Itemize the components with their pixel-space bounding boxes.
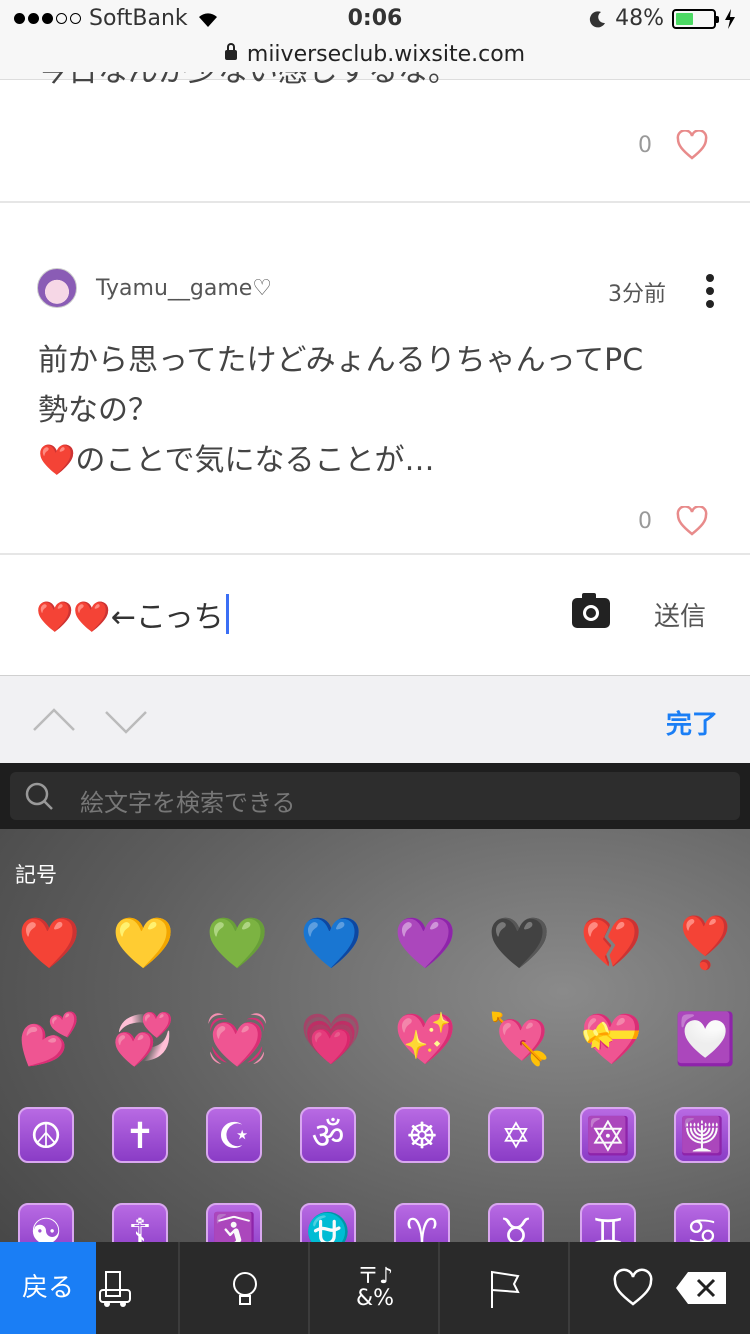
battery-percent: 48%: [615, 6, 664, 31]
battery-icon: [672, 8, 719, 29]
lightbulb-icon[interactable]: [224, 1268, 266, 1310]
emoji-key[interactable]: 💟: [674, 1009, 736, 1069]
post-stats: 0: [638, 506, 708, 536]
heart-category-icon[interactable]: [612, 1268, 654, 1310]
url-text: miiverseclub.wixsite.com: [246, 42, 526, 67]
emoji-key[interactable]: 💙: [300, 913, 362, 973]
text-caret: [225, 594, 229, 634]
emoji-category-label: 記号: [15, 863, 57, 887]
emoji-key[interactable]: 💛: [112, 913, 174, 973]
keyboard-bottom-bar: 戻る 〒♪ &%: [0, 1242, 750, 1334]
keyboard-accessory-bar: 完了: [0, 675, 750, 763]
emoji-key[interactable]: 🕎: [674, 1107, 730, 1163]
emoji-key[interactable]: 💚: [206, 913, 268, 973]
send-button[interactable]: 送信: [654, 596, 706, 633]
status-bar: SoftBank 0:06 48%: [0, 0, 750, 40]
post-body: 前から思ってたけどみょんるりちゃんってPC 勢なの？ ❤️のことで気になることが…: [38, 336, 718, 486]
status-right: 48%: [589, 6, 736, 31]
previous-post-text: 今日なんか少ない感じするな。: [38, 72, 458, 90]
emoji-search-bar: 絵文字を検索できる: [0, 763, 750, 829]
emoji-search-input[interactable]: 絵文字を検索できる: [10, 772, 740, 820]
done-button[interactable]: 完了: [666, 704, 718, 741]
emoji-key[interactable]: 🔯: [580, 1107, 636, 1163]
emoji-key[interactable]: 💘: [488, 1009, 550, 1069]
emoji-key[interactable]: ॐ: [300, 1107, 356, 1163]
emoji-key[interactable]: 💞: [112, 1009, 174, 1069]
flag-icon[interactable]: [484, 1268, 526, 1310]
like-count: 0: [638, 508, 652, 534]
divider: [0, 553, 750, 555]
emoji-key[interactable]: ❣️: [674, 913, 736, 973]
post-username[interactable]: Tyamu__game♡: [96, 276, 272, 301]
separator: [438, 1242, 440, 1334]
emoji-key[interactable]: ☸: [394, 1107, 450, 1163]
emoji-key[interactable]: ☪: [206, 1107, 262, 1163]
like-heart-icon[interactable]: [676, 130, 708, 160]
camera-icon[interactable]: [572, 593, 610, 628]
emoji-key[interactable]: 💖: [394, 1009, 456, 1069]
emoji-key[interactable]: ☮: [18, 1107, 74, 1163]
emoji-key[interactable]: ✝: [112, 1107, 168, 1163]
post-body-line: 勢なの？: [38, 393, 158, 428]
post-time: 3分前: [608, 282, 666, 307]
avatar[interactable]: [37, 268, 77, 308]
emoji-key[interactable]: 💜: [394, 913, 456, 973]
search-icon: [25, 782, 53, 810]
emoji-key[interactable]: 💕: [18, 1009, 80, 1069]
lock-icon: [224, 43, 237, 60]
post-body-line: ❤️のことで気になることが…: [38, 436, 718, 486]
comment-input-value: ❤️❤️←こっち: [36, 600, 224, 635]
back-button[interactable]: 戻る: [0, 1242, 96, 1334]
moon-icon: [589, 10, 606, 27]
separator: [568, 1242, 570, 1334]
heart-emoji: ❤️: [38, 443, 76, 478]
emoji-key[interactable]: 💗: [300, 1009, 362, 1069]
like-count: 0: [638, 132, 652, 158]
chevron-up-icon[interactable]: [32, 700, 76, 744]
emoji-key[interactable]: 💓: [206, 1009, 268, 1069]
separator: [308, 1242, 310, 1334]
emoji-key[interactable]: 🖤: [488, 913, 550, 973]
chevron-down-icon[interactable]: [104, 700, 148, 744]
comment-input[interactable]: ❤️❤️←こっち: [36, 592, 229, 636]
symbols-category-tab[interactable]: 〒♪ &%: [356, 1266, 394, 1310]
post-body-line: 前から思ってたけどみょんるりちゃんってPC: [38, 343, 644, 378]
emoji-key[interactable]: 💝: [580, 1009, 642, 1069]
divider: [0, 201, 750, 203]
charging-icon: [725, 8, 735, 29]
like-heart-icon[interactable]: [676, 506, 708, 536]
more-menu-icon[interactable]: [705, 274, 715, 308]
separator: [178, 1242, 180, 1334]
emoji-key[interactable]: ❤️: [18, 913, 80, 973]
emoji-search-placeholder: 絵文字を検索できる: [80, 789, 296, 817]
emoji-key[interactable]: 💔: [580, 913, 642, 973]
objects-category-icon[interactable]: [96, 1268, 138, 1310]
post-body-text: のことで気になることが…: [75, 443, 435, 478]
previous-post-stats: 0: [638, 130, 708, 160]
emoji-key[interactable]: ✡: [488, 1107, 544, 1163]
delete-key-icon[interactable]: [674, 1270, 728, 1306]
